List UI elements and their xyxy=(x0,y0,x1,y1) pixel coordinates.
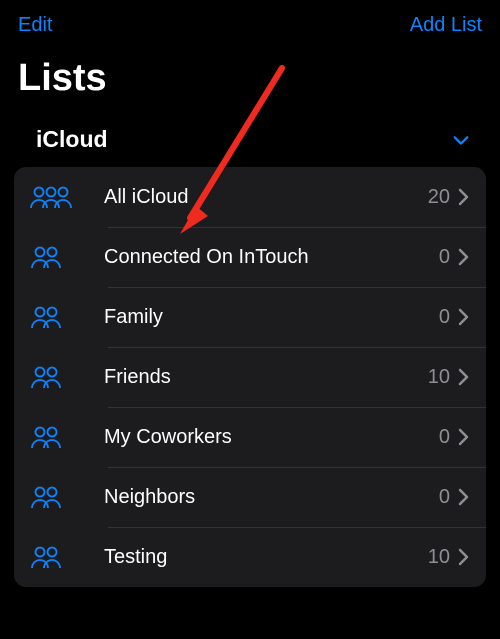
list-row-testing[interactable]: Testing 10 xyxy=(14,527,486,587)
list-row-count: 0 xyxy=(439,246,450,269)
people-two-icon xyxy=(28,484,70,510)
list-row-label: All iCloud xyxy=(76,186,428,209)
people-two-icon xyxy=(28,424,70,450)
people-two-icon xyxy=(28,364,70,390)
chevron-right-icon xyxy=(458,548,470,566)
chevron-right-icon xyxy=(458,188,470,206)
list-row-count: 20 xyxy=(428,186,450,209)
chevron-right-icon xyxy=(458,428,470,446)
chevron-down-icon xyxy=(452,131,470,149)
list-row-label: Connected On InTouch xyxy=(70,246,439,269)
list-row-my-coworkers[interactable]: My Coworkers 0 xyxy=(14,407,486,467)
list-row-label: Testing xyxy=(70,546,428,569)
list-row-all-icloud[interactable]: All iCloud 20 xyxy=(14,167,486,227)
list-row-friends[interactable]: Friends 10 xyxy=(14,347,486,407)
list-row-count: 10 xyxy=(428,546,450,569)
people-two-icon xyxy=(28,304,70,330)
page-title: Lists xyxy=(0,43,500,118)
list-row-count: 0 xyxy=(439,486,450,509)
people-two-icon xyxy=(28,244,70,270)
chevron-right-icon xyxy=(458,308,470,326)
list-row-label: Family xyxy=(70,306,439,329)
chevron-right-icon xyxy=(458,488,470,506)
list-card: All iCloud 20 Connected On InTouch 0 xyxy=(14,167,486,587)
people-three-icon xyxy=(28,184,76,210)
people-two-icon xyxy=(28,544,70,570)
section-title: iCloud xyxy=(36,126,108,153)
list-row-label: My Coworkers xyxy=(70,426,439,449)
chevron-right-icon xyxy=(458,368,470,386)
list-row-label: Neighbors xyxy=(70,486,439,509)
edit-button[interactable]: Edit xyxy=(18,14,52,37)
list-row-neighbors[interactable]: Neighbors 0 xyxy=(14,467,486,527)
list-row-label: Friends xyxy=(70,366,428,389)
list-row-connected-on-intouch[interactable]: Connected On InTouch 0 xyxy=(14,227,486,287)
list-row-count: 10 xyxy=(428,366,450,389)
list-row-family[interactable]: Family 0 xyxy=(14,287,486,347)
top-bar: Edit Add List xyxy=(0,0,500,43)
section-header-icloud[interactable]: iCloud xyxy=(0,118,500,167)
add-list-button[interactable]: Add List xyxy=(410,14,482,37)
chevron-right-icon xyxy=(458,248,470,266)
list-row-count: 0 xyxy=(439,306,450,329)
list-row-count: 0 xyxy=(439,426,450,449)
